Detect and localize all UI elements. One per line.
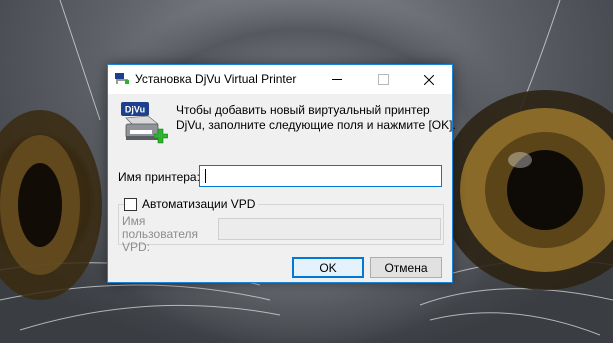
minimize-icon xyxy=(332,79,342,80)
maximize-button[interactable] xyxy=(360,65,406,94)
vpd-checkbox-row[interactable]: Автоматизации VPD xyxy=(124,197,259,211)
printer-name-label: Имя принтера: xyxy=(118,170,200,184)
vpd-checkbox-label[interactable]: Автоматизации VPD xyxy=(142,197,255,211)
vpd-user-label-line-2: VPD: xyxy=(122,240,151,254)
cancel-button[interactable]: Отмена xyxy=(370,257,442,278)
vpd-user-label: Имя пользователя VPD: xyxy=(122,215,222,254)
minimize-button[interactable] xyxy=(314,65,360,94)
svg-text:DjVu: DjVu xyxy=(125,105,145,115)
djvu-setup-dialog: Установка DjVu Virtual Printer DjVu Чтоб… xyxy=(107,64,456,283)
close-icon xyxy=(424,74,434,85)
instruction-line-2: DjVu, заполните следующие поля и нажмите… xyxy=(176,118,456,132)
window-title: Установка DjVu Virtual Printer xyxy=(135,72,297,86)
instruction-line-1: Чтобы добавить новый виртуальный принтер xyxy=(176,103,430,117)
ok-button[interactable]: OK xyxy=(292,257,364,278)
djvu-printer-icon xyxy=(115,73,129,84)
djvu-printer-add-icon: DjVu xyxy=(121,102,168,144)
maximize-icon xyxy=(377,74,389,85)
vpd-user-input xyxy=(218,218,441,240)
instruction-text: Чтобы добавить новый виртуальный принтер… xyxy=(176,103,456,133)
close-button[interactable] xyxy=(406,65,452,94)
vpd-user-label-line-1: Имя пользователя xyxy=(122,214,198,241)
printer-name-input[interactable] xyxy=(199,165,442,187)
vpd-checkbox[interactable] xyxy=(124,197,137,211)
text-caret xyxy=(205,169,206,183)
title-bar[interactable]: Установка DjVu Virtual Printer xyxy=(108,65,452,94)
